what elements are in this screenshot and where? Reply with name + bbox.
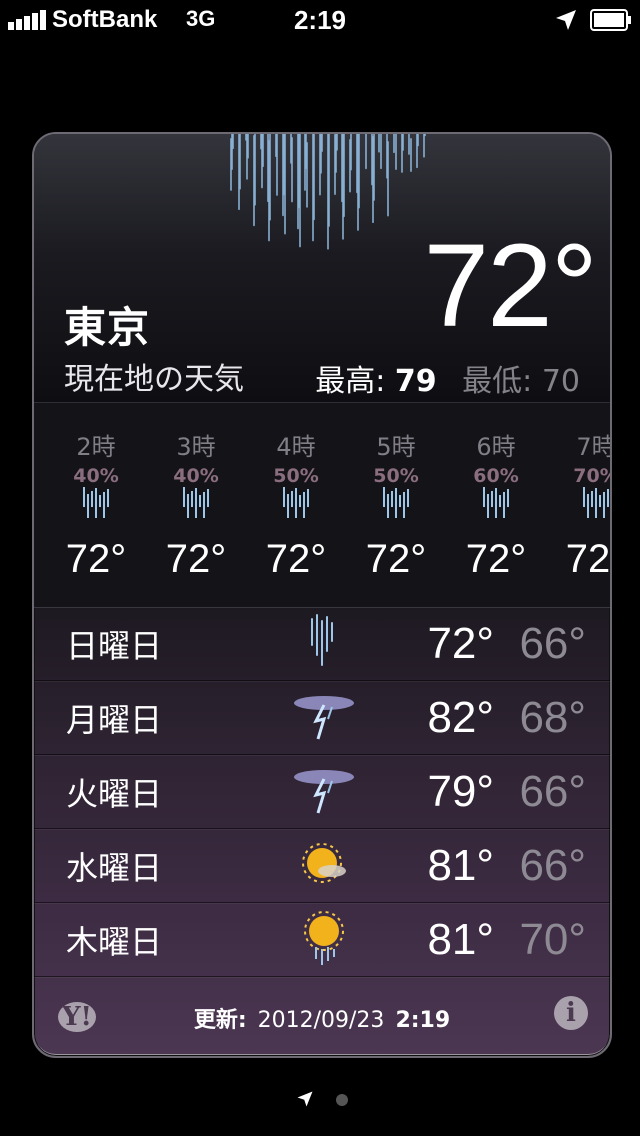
- precip-chance: 50%: [373, 465, 419, 487]
- status-bar: SoftBank 3G 2:19: [0, 0, 640, 40]
- weather-card[interactable]: 東京 現在地の天気 72° 最高: 79 最低: 70 2時 40% 72° 3…: [32, 132, 612, 1058]
- day-name: 水曜日: [66, 849, 163, 887]
- hour-label: 7時: [576, 433, 610, 461]
- day-low: 66°: [519, 841, 586, 890]
- rain-icon: [83, 487, 109, 518]
- hourly-item: 3時 40% 72°: [146, 403, 246, 607]
- day-name: 火曜日: [66, 775, 163, 813]
- hour-label: 4時: [276, 433, 316, 461]
- precip-chance: 70%: [573, 465, 610, 487]
- hourly-item: 7時 70% 72°: [546, 403, 610, 607]
- hour-label: 5時: [376, 433, 416, 461]
- hour-temp: 72°: [165, 537, 227, 581]
- current-temperature: 72°: [423, 220, 598, 352]
- updated-label: 更新:: [193, 1008, 247, 1033]
- daily-row: 水曜日 81° 66°: [34, 829, 610, 903]
- card-footer: Y! 更新: 2012/09/23 2:19 i: [34, 982, 610, 1054]
- hourly-item: 2時 40% 72°: [46, 403, 146, 607]
- day-low: 66°: [519, 619, 586, 668]
- status-time: 2:19: [293, 5, 347, 35]
- day-name: 日曜日: [66, 627, 163, 665]
- location-subtitle: 現在地の天気: [64, 362, 244, 397]
- hour-label: 6時: [476, 433, 516, 461]
- partly-cloudy-icon: [302, 843, 346, 883]
- thunderstorm-icon: [294, 696, 354, 740]
- day-high: 81°: [427, 915, 494, 964]
- hour-temp: 72°: [565, 537, 610, 581]
- battery-icon: [590, 9, 631, 31]
- rain-icon: [311, 614, 333, 666]
- day-high: 72°: [427, 619, 494, 668]
- day-name: 木曜日: [66, 923, 163, 961]
- low-label: 最低:: [462, 364, 533, 399]
- hourly-item: 4時 50% 72°: [246, 403, 346, 607]
- high-low-summary: 最高: 79 最低: 70: [315, 356, 580, 400]
- precip-chance: 40%: [173, 465, 219, 487]
- hour-temp: 72°: [265, 537, 327, 581]
- high-label: 最高:: [315, 364, 386, 399]
- page-dot[interactable]: [336, 1094, 348, 1106]
- rain-icon: [383, 487, 409, 518]
- rain-icon: [483, 487, 509, 518]
- precip-chance: 50%: [273, 465, 319, 487]
- high-value: 79: [394, 364, 437, 399]
- hourly-item: 6時 60% 72°: [446, 403, 546, 607]
- day-high: 81°: [427, 841, 494, 890]
- day-low: 66°: [519, 767, 586, 816]
- current-conditions-panel: 東京 現在地の天気 72° 最高: 79 最低: 70: [34, 134, 610, 402]
- updated-date: 2012/09/23: [257, 1008, 385, 1033]
- last-updated: 更新: 2012/09/23 2:19: [34, 1002, 610, 1034]
- rain-icon: [230, 134, 426, 250]
- rain-icon: [283, 487, 309, 518]
- low-value: 70: [541, 364, 580, 399]
- day-high: 82°: [427, 693, 494, 742]
- hour-temp: 72°: [365, 537, 427, 581]
- hour-label: 3時: [176, 433, 216, 461]
- daily-row: 月曜日 82° 68°: [34, 681, 610, 755]
- daily-forecast-list: 日曜日 72° 66° 月曜日 82° 68° 火曜日 79° 66° 水曜日 …: [34, 607, 610, 977]
- thunderstorm-icon: [294, 770, 354, 814]
- daily-row: 木曜日 81° 70°: [34, 903, 610, 977]
- hour-temp: 72°: [465, 537, 527, 581]
- day-name: 月曜日: [66, 701, 163, 739]
- precip-chance: 40%: [73, 465, 119, 487]
- day-high: 79°: [427, 767, 494, 816]
- hourly-forecast-strip[interactable]: 2時 40% 72° 3時 40% 72° 4時 50% 72° 5時 50% …: [34, 402, 610, 608]
- location-page-icon[interactable]: [296, 1090, 314, 1108]
- page-indicator[interactable]: [0, 1088, 640, 1112]
- daily-row: 日曜日 72° 66°: [34, 607, 610, 681]
- sun-shower-icon: [304, 911, 344, 965]
- hour-label: 2時: [76, 433, 116, 461]
- location-services-icon: [556, 10, 576, 30]
- hourly-item: 5時 50% 72°: [346, 403, 446, 607]
- rain-icon: [183, 487, 209, 518]
- hour-temp: 72°: [65, 537, 127, 581]
- info-button[interactable]: i: [554, 996, 588, 1030]
- precip-chance: 60%: [473, 465, 519, 487]
- daily-row: 火曜日 79° 66°: [34, 755, 610, 829]
- updated-time: 2:19: [395, 1008, 451, 1033]
- rain-icon: [583, 487, 609, 518]
- day-low: 68°: [519, 693, 586, 742]
- city-name: 東京: [64, 303, 151, 352]
- day-low: 70°: [519, 915, 586, 964]
